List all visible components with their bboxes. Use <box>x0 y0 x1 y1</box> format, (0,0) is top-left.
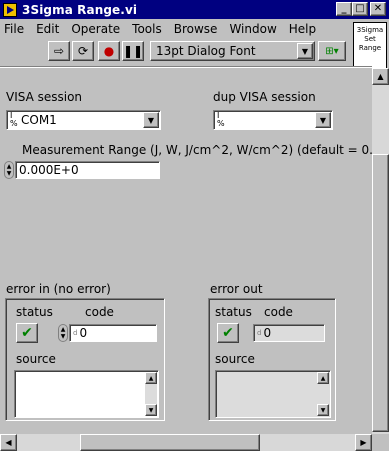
error-out-cluster: status code ✔ d 0 source ▲ ▼ <box>208 298 336 421</box>
font-dropdown[interactable]: 13pt Dialog Font ▼ <box>150 41 315 61</box>
window-controls: _ □ ✕ <box>336 2 386 16</box>
error-in-label: error in (no error) <box>6 282 111 296</box>
error-in-code-value: 0 <box>79 326 88 340</box>
scroll-down-icon[interactable]: ▼ <box>145 404 157 416</box>
menu-browse[interactable]: Browse <box>174 22 218 36</box>
scroll-left-icon[interactable]: ◀ <box>0 434 17 451</box>
increment-decrement-icon[interactable]: ▲ ▼ <box>4 161 14 179</box>
error-in-status-label: status <box>16 305 53 319</box>
i32-icon: d <box>73 329 78 337</box>
vertical-scrollbar[interactable]: ▲ <box>372 68 389 434</box>
visa-icon: I% <box>10 111 18 128</box>
error-in-source-input[interactable]: ▲ ▼ <box>14 370 159 418</box>
scroll-right-icon[interactable]: ▶ <box>355 434 372 451</box>
menu-bar: File Edit Operate Tools Browse Window He… <box>0 19 350 38</box>
menu-window[interactable]: Window <box>229 22 276 36</box>
menu-edit[interactable]: Edit <box>36 22 59 36</box>
chevron-down-icon[interactable]: ▼ <box>143 112 159 128</box>
error-in-code-label: code <box>85 305 114 319</box>
increment-decrement-icon[interactable]: ▲ ▼ <box>58 324 68 342</box>
pause-icon[interactable]: ❚❚ <box>122 41 144 61</box>
run-continuously-icon[interactable]: ⟳ <box>72 41 94 61</box>
error-out-source-label: source <box>215 352 255 366</box>
vi-app-icon[interactable] <box>3 2 17 17</box>
chevron-down-icon[interactable]: ▼ <box>315 112 331 128</box>
error-out-code-value: 0 <box>263 326 272 340</box>
source-scrollbar[interactable]: ▲ ▼ <box>317 372 329 416</box>
align-objects-icon[interactable]: ⊞▾ <box>318 41 346 61</box>
resize-grip-icon[interactable] <box>372 434 389 451</box>
visa-session-value: COM1 <box>21 113 57 127</box>
error-out-code-label: code <box>264 305 293 319</box>
vi-icon-text-3: Range <box>358 44 382 52</box>
menu-file[interactable]: File <box>4 22 24 36</box>
toolbar: ⇨ ⟳ ● ❚❚ 13pt Dialog Font ▼ ⊞▾ <box>0 38 350 64</box>
dup-visa-session-indicator: I% ▼ <box>213 110 333 130</box>
window-title: 3Sigma Range.vi <box>22 2 138 17</box>
visa-icon: I% <box>217 111 225 128</box>
error-out-status-label: status <box>215 305 252 319</box>
error-in-source-label: source <box>16 352 56 366</box>
minimize-button[interactable]: _ <box>336 2 352 16</box>
error-in-code-input[interactable]: d 0 <box>69 324 157 342</box>
dup-visa-session-label: dup VISA session <box>213 90 316 104</box>
vi-icon-text-2: Set <box>364 35 376 43</box>
font-dropdown-value: 13pt Dialog Font <box>156 44 256 58</box>
error-out-code-indicator: d 0 <box>253 324 325 342</box>
scroll-up-icon[interactable]: ▲ <box>317 372 329 384</box>
menu-operate[interactable]: Operate <box>71 22 120 36</box>
checkmark-icon[interactable]: ✔ <box>16 323 38 343</box>
scroll-up-icon[interactable]: ▲ <box>145 372 157 384</box>
i32-icon: d <box>257 329 262 337</box>
visa-session-control[interactable]: I% COM1 ▼ <box>6 110 161 130</box>
scroll-down-icon[interactable]: ▼ <box>317 404 329 416</box>
checkmark-icon: ✔ <box>217 323 239 343</box>
maximize-button[interactable]: □ <box>352 2 368 16</box>
title-bar: 3Sigma Range.vi _ □ ✕ <box>0 0 389 19</box>
visa-session-label: VISA session <box>6 90 83 104</box>
menu-help[interactable]: Help <box>289 22 316 36</box>
front-panel: VISA session I% COM1 ▼ dup VISA session … <box>0 68 385 434</box>
vi-icon-text-1: 3Sigma <box>356 26 384 34</box>
vertical-scroll-thumb[interactable] <box>372 154 389 432</box>
vi-icon-pane[interactable]: 3Sigma Set Range <box>353 22 387 70</box>
scroll-up-icon[interactable]: ▲ <box>372 68 389 85</box>
close-button[interactable]: ✕ <box>370 2 386 16</box>
measurement-range-label: Measurement Range (J, W, J/cm^2, W/cm^2)… <box>22 143 386 157</box>
source-scrollbar[interactable]: ▲ ▼ <box>145 372 157 416</box>
measurement-range-input[interactable]: 0.000E+0 <box>15 161 160 179</box>
run-arrow-icon[interactable]: ⇨ <box>48 41 70 61</box>
error-out-label: error out <box>210 282 263 296</box>
menu-tools[interactable]: Tools <box>132 22 162 36</box>
horizontal-scrollbar[interactable]: ◀ ▶ <box>0 434 372 451</box>
chevron-down-icon[interactable]: ▼ <box>297 43 313 59</box>
abort-icon[interactable]: ● <box>98 41 120 61</box>
error-in-cluster: status code ✔ ▲ ▼ d 0 source ▲ ▼ <box>5 298 165 421</box>
horizontal-scroll-thumb[interactable] <box>80 434 260 451</box>
error-out-source-indicator: ▲ ▼ <box>215 370 331 418</box>
